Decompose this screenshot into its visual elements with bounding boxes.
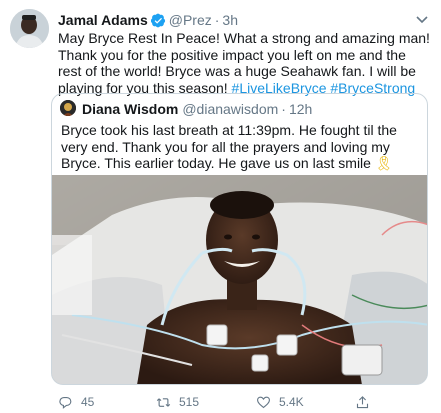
separator-dot: · [214, 12, 220, 28]
tweet-text: May Bryce Rest In Peace! What a strong a… [58, 30, 430, 96]
share-button[interactable] [355, 394, 378, 410]
tweet-header: Jamal Adams @Prez · 3h [58, 11, 238, 29]
share-icon [356, 395, 369, 408]
reply-button[interactable]: 45 [58, 394, 94, 410]
heart-icon [256, 396, 271, 408]
quoted-header: Diana Wisdom @dianawisdom · 12h [82, 100, 312, 117]
like-count: 5.4K [279, 395, 304, 409]
author-handle[interactable]: @Prez [169, 12, 212, 28]
chevron-down-icon[interactable] [415, 12, 429, 24]
quoted-body: Bryce took his last breath at 11:39pm. H… [61, 122, 397, 171]
separator-dot: · [281, 100, 286, 117]
hospital-photo-image [52, 175, 427, 384]
reply-count: 45 [81, 395, 95, 409]
reply-icon [59, 396, 72, 409]
quoted-author-avatar [60, 100, 76, 116]
author-avatar[interactable] [10, 9, 49, 48]
retweet-button[interactable]: 515 [156, 394, 199, 410]
verified-icon [150, 13, 166, 28]
tweet-actions: 45 515 5.4K [58, 394, 430, 410]
author-name[interactable]: Jamal Adams [58, 12, 148, 28]
like-button[interactable]: 5.4K [256, 394, 304, 410]
ribbon-emoji-icon: 🎗 [374, 155, 393, 171]
retweet-count: 515 [179, 395, 200, 409]
quoted-timestamp: 12h [288, 100, 313, 117]
quoted-author-name: Diana Wisdom [82, 100, 179, 117]
quoted-photo[interactable] [52, 175, 427, 384]
quoted-tweet[interactable]: Diana Wisdom @dianawisdom · 12h Bryce to… [51, 93, 428, 385]
quoted-text: Bryce took his last breath at 11:39pm. H… [61, 122, 423, 172]
tweet[interactable]: Jamal Adams @Prez · 3h May Bryce Rest In… [0, 0, 441, 413]
tweet-timestamp[interactable]: 3h [222, 12, 238, 28]
quoted-author-handle: @dianawisdom [182, 100, 279, 117]
retweet-icon [156, 397, 171, 407]
